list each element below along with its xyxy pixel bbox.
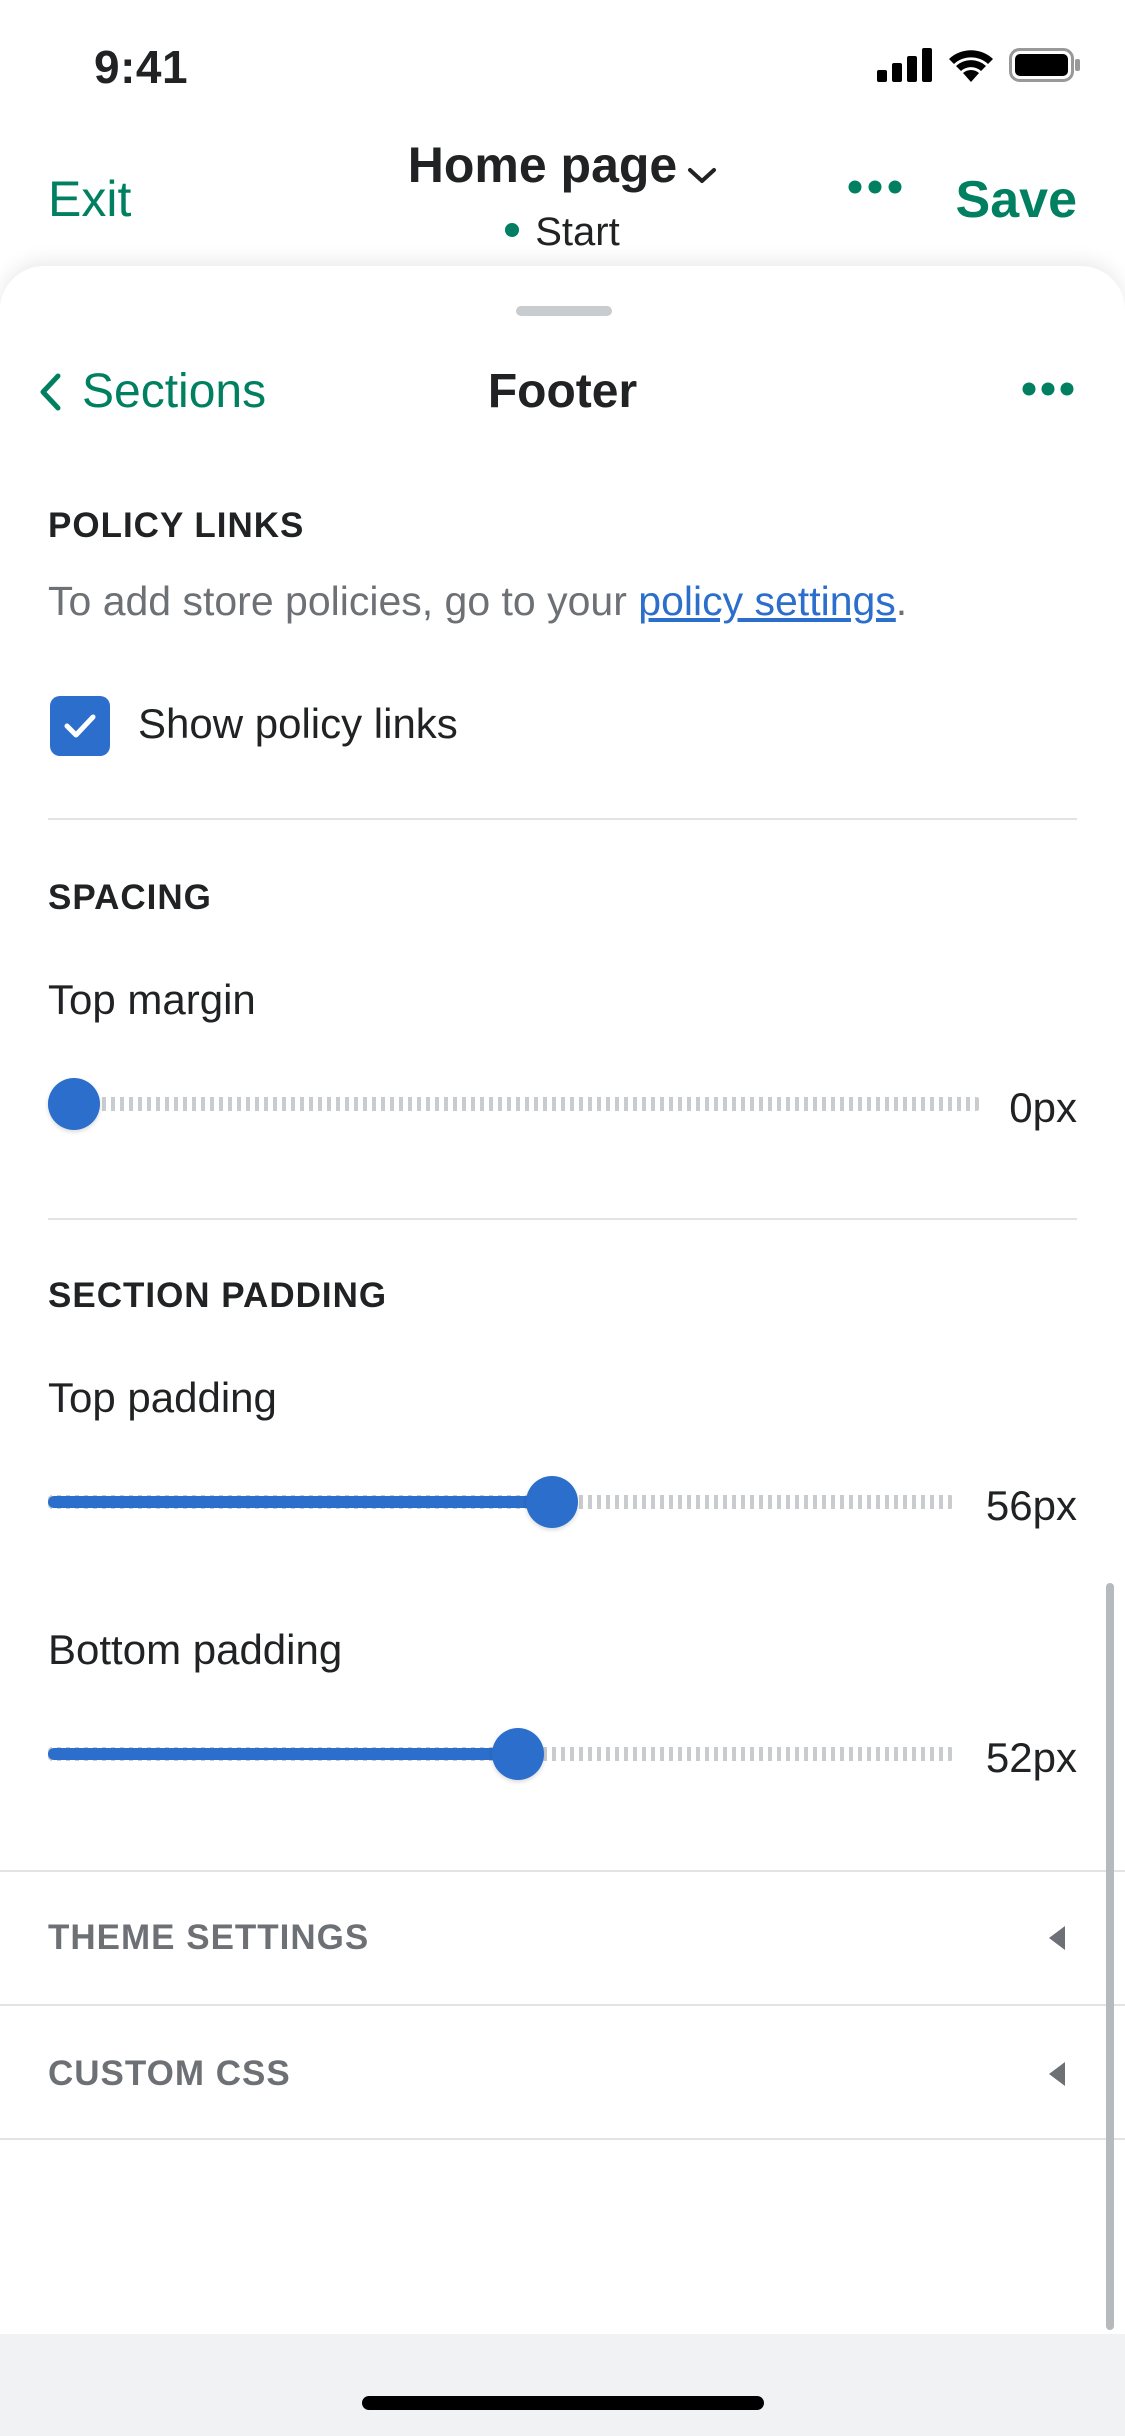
bottom-padding-value: 52px <box>985 1734 1077 1781</box>
sheet-grabber[interactable] <box>516 306 612 316</box>
signal-icon <box>877 48 932 82</box>
template-status-label: Start <box>535 210 620 254</box>
show-policy-links-label[interactable]: Show policy links <box>138 700 458 748</box>
status-icons <box>877 48 1081 82</box>
slider-thumb[interactable] <box>526 1476 578 1528</box>
top-padding-value: 56px <box>985 1482 1077 1529</box>
theme-settings-label: THEME SETTINGS <box>48 1918 370 1957</box>
bottom-padding-slider[interactable] <box>48 1728 954 1780</box>
slider-fill <box>48 1496 552 1508</box>
policy-settings-link[interactable]: policy settings <box>638 578 896 624</box>
home-indicator[interactable] <box>362 2396 764 2410</box>
show-policy-links-checkbox[interactable] <box>50 696 110 756</box>
bottom-padding-label: Bottom padding <box>48 1626 343 1673</box>
slider-track <box>48 1097 980 1111</box>
slider-fill <box>48 1748 518 1760</box>
save-button[interactable]: Save <box>956 170 1077 230</box>
top-margin-label: Top margin <box>48 976 256 1023</box>
spacing-heading: SPACING <box>48 878 212 917</box>
divider <box>0 2138 1125 2140</box>
status-dot-icon <box>505 223 520 238</box>
section-more-button[interactable] <box>1022 382 1074 401</box>
custom-css-label: CUSTOM CSS <box>48 2054 291 2093</box>
help-suffix: . <box>895 578 908 624</box>
more-horizontal-icon <box>848 180 902 194</box>
top-padding-slider[interactable] <box>48 1476 954 1528</box>
divider <box>48 818 1077 820</box>
top-margin-slider[interactable] <box>48 1078 980 1130</box>
scrollbar[interactable] <box>1106 1583 1114 2330</box>
section-title: Footer <box>487 365 638 418</box>
top-margin-value: 0px <box>1009 1084 1077 1131</box>
policy-links-help: To add store policies, go to your policy… <box>48 578 907 625</box>
caret-left-icon <box>1049 2062 1065 2086</box>
more-horizontal-icon <box>1022 382 1074 396</box>
caret-left-icon <box>1049 1926 1065 1950</box>
chevron-down-icon <box>687 140 717 198</box>
battery-icon <box>1009 48 1080 82</box>
top-padding-label: Top padding <box>48 1374 277 1421</box>
slider-thumb[interactable] <box>492 1728 544 1780</box>
divider <box>48 1218 1077 1220</box>
bottom-safe-area <box>0 2334 1125 2436</box>
checkmark-icon <box>64 714 96 738</box>
policy-links-heading: POLICY LINKS <box>48 506 305 545</box>
section-padding-heading: SECTION PADDING <box>48 1276 388 1315</box>
help-text: To add store policies, go to your <box>48 578 639 624</box>
header-more-button[interactable] <box>848 180 902 199</box>
wifi-icon <box>949 50 993 82</box>
status-time: 9:41 <box>94 41 189 93</box>
page-title: Home page <box>407 137 678 193</box>
slider-thumb[interactable] <box>48 1078 100 1130</box>
